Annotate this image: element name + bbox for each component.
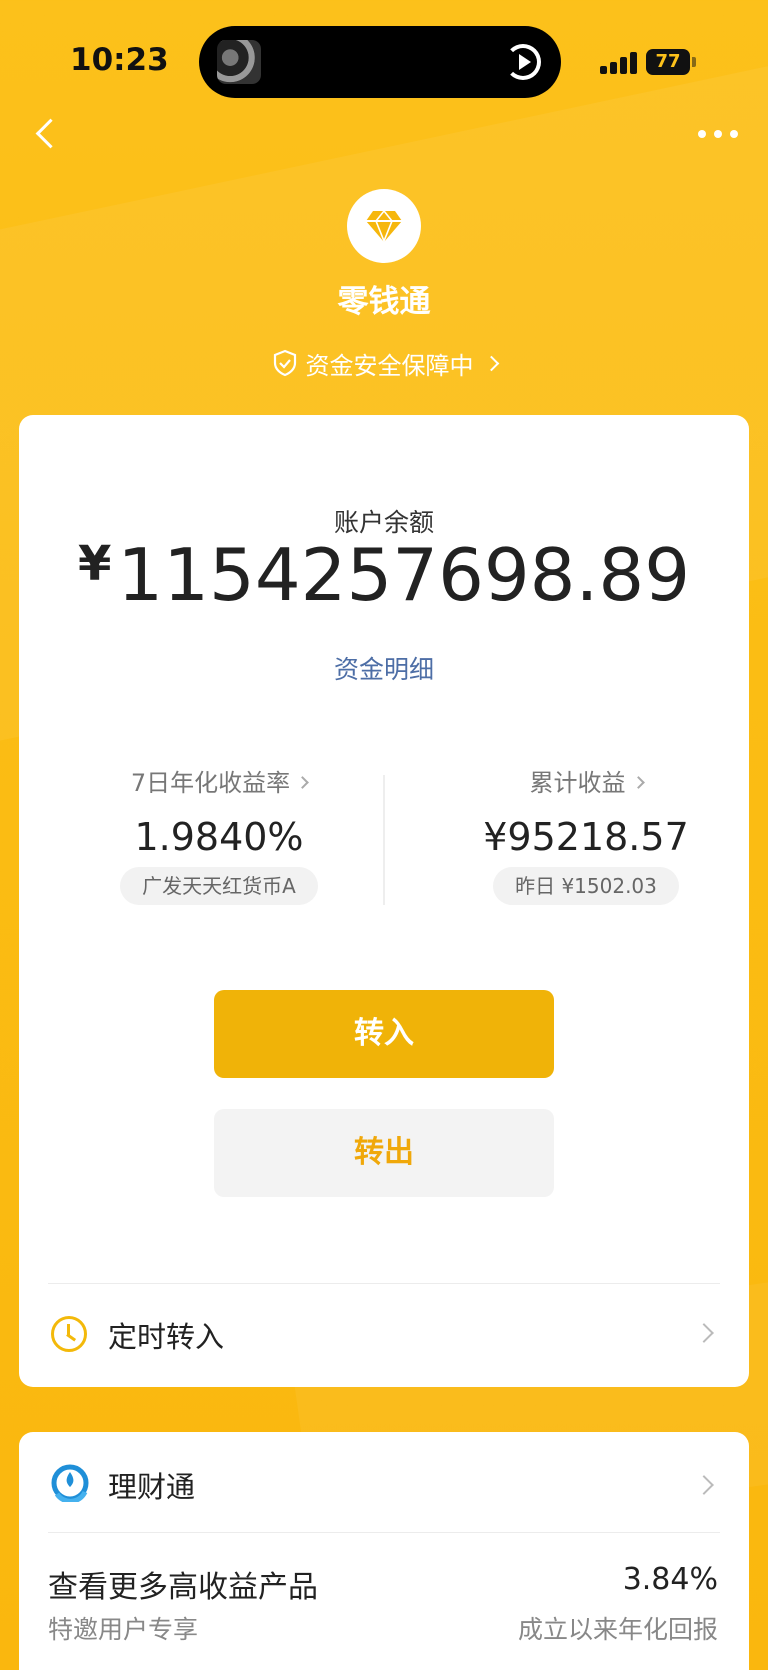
transfer-out-button[interactable]: 转出 xyxy=(214,1109,554,1197)
media-thumbnail xyxy=(217,40,261,84)
licaitong-logo-icon xyxy=(51,1464,89,1502)
fund-name-badge: 广发天天红货币A xyxy=(120,867,318,905)
licaitong-label: 理财通 xyxy=(108,1470,196,1504)
dynamic-island[interactable] xyxy=(199,26,561,98)
stats-divider xyxy=(383,775,385,905)
security-link[interactable]: 资金安全保障中 xyxy=(0,345,768,381)
diamond-icon xyxy=(366,209,402,243)
yield-stat[interactable]: 7日年化收益率 1.9840% 广发天天红货币A xyxy=(59,765,379,905)
transfer-in-button[interactable]: 转入 xyxy=(214,990,554,1078)
diamond-logo xyxy=(347,189,421,263)
yield-label: 7日年化收益率 xyxy=(59,765,379,801)
shield-icon xyxy=(273,349,296,377)
play-icon[interactable] xyxy=(505,44,541,80)
promo-rate: 3.84% xyxy=(622,1562,718,1597)
promo-subtitle: 特邀用户专享 xyxy=(48,1615,199,1644)
page-title: 零钱通 xyxy=(337,284,431,320)
licaitong-row[interactable]: 理财通 xyxy=(19,1432,749,1532)
balance-number: 1154257698.89 xyxy=(117,533,690,617)
battery-icon: 77 xyxy=(646,49,696,75)
earnings-label: 累计收益 xyxy=(426,765,746,801)
yesterday-earnings-badge: 昨日 ¥1502.03 xyxy=(493,867,679,905)
promo-rate-label: 成立以来年化回报 xyxy=(517,1615,718,1644)
licaitong-card: 理财通 查看更多高收益产品 特邀用户专享 3.84% 成立以来年化回报 xyxy=(19,1432,749,1670)
scheduled-transfer-row[interactable]: 定时转入 xyxy=(19,1284,749,1387)
back-button[interactable] xyxy=(28,112,68,156)
signal-icon xyxy=(600,52,638,74)
status-bar: 10:23 77 xyxy=(0,0,768,115)
balance-card: 账户余额 ¥1154257698.89 资金明细 7日年化收益率 1.9840%… xyxy=(19,415,749,1387)
chevron-right-icon xyxy=(694,1323,714,1343)
stats-section: 7日年化收益率 1.9840% 广发天天红货币A 累计收益 ¥95218.57 … xyxy=(19,765,749,925)
clock-icon xyxy=(51,1316,87,1352)
security-text: 资金安全保障中 xyxy=(305,351,474,380)
chevron-right-icon xyxy=(483,355,499,371)
scheduled-transfer-label: 定时转入 xyxy=(108,1320,225,1354)
earnings-stat[interactable]: 累计收益 ¥95218.57 昨日 ¥1502.03 xyxy=(426,765,746,905)
earnings-value: ¥95218.57 xyxy=(483,815,689,859)
fund-details-link[interactable]: 资金明细 xyxy=(19,650,749,686)
promo-title[interactable]: 查看更多高收益产品 xyxy=(48,1562,318,1606)
status-time: 10:23 xyxy=(70,42,169,78)
chevron-right-icon xyxy=(631,776,645,789)
balance-amount: ¥1154257698.89 xyxy=(19,533,749,617)
yield-value: 1.9840% xyxy=(134,815,304,859)
chevron-right-icon xyxy=(296,776,310,789)
currency-symbol: ¥ xyxy=(78,536,112,592)
divider xyxy=(48,1532,720,1533)
chevron-right-icon xyxy=(694,1475,714,1495)
more-options-button[interactable] xyxy=(694,116,742,152)
